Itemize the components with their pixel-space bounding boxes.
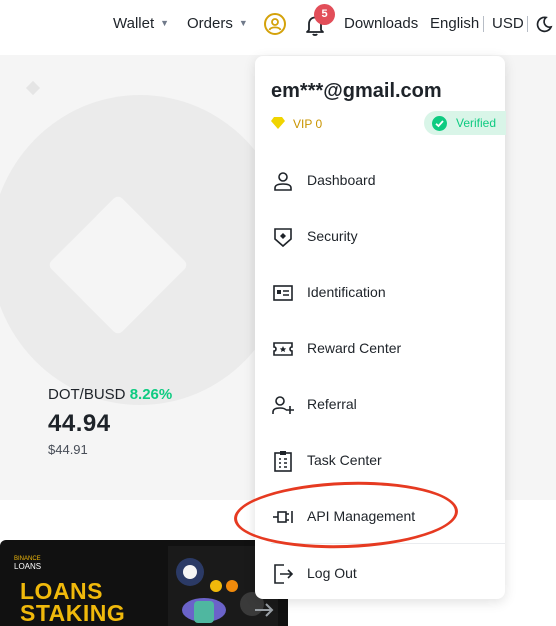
id-card-icon (273, 285, 293, 301)
user-add-icon (272, 396, 294, 414)
divider (527, 16, 528, 32)
market-price-usd: $44.91 (48, 442, 88, 457)
menu-item-label: Task Center (307, 452, 382, 468)
wallet-label: Wallet (113, 15, 155, 32)
promo-brand-bottom: LOANS (14, 562, 42, 571)
vip-gem-icon (271, 117, 285, 129)
menu-item-label: Reward Center (307, 340, 402, 356)
currency-selector[interactable]: USD (492, 15, 524, 32)
menu-item-label: Identification (307, 284, 386, 300)
wallet-menu[interactable]: Wallet ▼ (113, 15, 169, 32)
caret-down-icon: ▼ (160, 18, 170, 28)
promo-title: LOANS STAKING (20, 578, 126, 626)
market-ticker[interactable]: DOT/BUSD 8.26% (48, 386, 172, 403)
ticket-icon (273, 342, 293, 356)
loans-staking-promo-banner[interactable]: BINANCE LOANS LOANS STAKING (0, 540, 288, 626)
decorative-diamond (25, 80, 41, 96)
orders-menu[interactable]: Orders ▼ (187, 15, 248, 32)
clipboard-icon (274, 451, 292, 472)
menu-item-label: Referral (307, 396, 357, 412)
menu-item-dashboard[interactable]: Dashboard (271, 165, 491, 195)
promo-brand: BINANCE LOANS (14, 556, 42, 571)
top-navigation-bar: Wallet ▼ Orders ▼ 5 Downloads English USD (0, 0, 556, 50)
market-price: 44.94 (48, 410, 111, 437)
verified-label: Verified (456, 116, 497, 130)
market-change: 8.26% (129, 386, 173, 403)
dark-mode-moon-icon[interactable] (535, 15, 553, 33)
caret-down-icon: ▼ (238, 18, 248, 28)
menu-item-reward-center[interactable]: Reward Center (271, 333, 491, 363)
promo-title-line2: STAKING (20, 600, 126, 626)
vip-level-label[interactable]: VIP 0 (293, 117, 322, 131)
check-circle-icon (432, 116, 447, 131)
menu-item-label: Security (307, 228, 358, 244)
menu-item-label: API Management (307, 508, 416, 524)
downloads-link[interactable]: Downloads (344, 15, 418, 32)
menu-item-label: Log Out (307, 565, 357, 581)
menu-divider (271, 543, 505, 544)
menu-item-identification[interactable]: Identification (271, 277, 491, 307)
market-pair: DOT/BUSD (48, 386, 126, 403)
promo-title-line1: LOANS (20, 578, 103, 604)
logout-icon (274, 564, 294, 584)
divider (483, 16, 484, 32)
menu-item-api-management[interactable]: API Management (271, 501, 491, 531)
menu-item-log-out[interactable]: Log Out (271, 558, 491, 588)
shield-icon (274, 228, 292, 248)
language-selector[interactable]: English (430, 15, 479, 32)
menu-item-task-center[interactable]: Task Center (271, 445, 491, 475)
user-avatar-icon[interactable] (264, 13, 286, 35)
menu-item-label: Dashboard (307, 172, 376, 188)
orders-label: Orders (187, 15, 233, 32)
menu-item-security[interactable]: Security (271, 221, 491, 251)
account-email: em***@gmail.com (271, 80, 442, 102)
arrow-right-icon[interactable] (252, 600, 276, 620)
menu-item-referral[interactable]: Referral (271, 389, 491, 419)
user-icon (274, 172, 292, 191)
api-plug-icon (273, 511, 293, 523)
notification-count-badge: 5 (314, 4, 335, 25)
